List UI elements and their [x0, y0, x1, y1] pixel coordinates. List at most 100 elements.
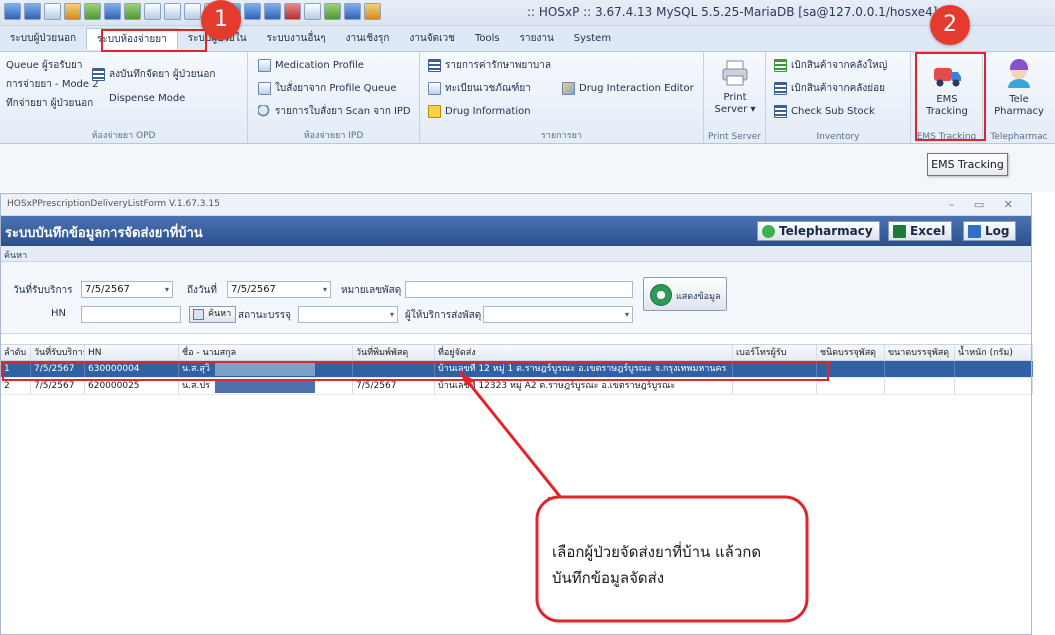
ems-line2: Tracking [926, 106, 968, 117]
hn-field[interactable] [81, 306, 181, 323]
date-to-field[interactable]: 7/5/2567 ▾ [227, 281, 331, 298]
parcel-number-field[interactable] [405, 281, 633, 298]
printer-icon [722, 60, 748, 86]
col-date[interactable]: วันที่รับบริการ [31, 345, 85, 360]
group-opd-label: ห้องจ่ายยา OPD [91, 131, 156, 141]
home-icon[interactable] [284, 3, 301, 20]
show-data-label: แสดงข้อมูล [676, 292, 721, 302]
medication-profile-item[interactable]: Medication Profile [258, 56, 364, 74]
tele-pharmacy-button[interactable]: Tele Pharmacy [983, 58, 1055, 118]
tab-tools[interactable]: Tools [465, 28, 510, 50]
form-header: ระบบบันทึกข้อมูลการจัดส่งยาที่บ้าน Telep… [1, 216, 1031, 246]
list-icon [774, 81, 787, 95]
print-server-line2: Server ▾ [714, 104, 756, 115]
col-name[interactable]: ชื่อ - นามสกุล [179, 345, 353, 360]
queue-waiting-item[interactable]: Queue ผู้รอรับยา [6, 56, 82, 74]
truck-icon [934, 68, 961, 87]
print-server-line1: Print [723, 92, 747, 103]
list-icon [428, 58, 441, 72]
table-edit-icon[interactable] [324, 3, 341, 20]
record-prepare-item[interactable]: ลงบันทึกจัดยา ผู้ป่วยนอก [92, 65, 215, 83]
drug-information-item[interactable]: Drug Information [428, 102, 531, 120]
col-hn[interactable]: HN [85, 345, 179, 360]
check-sub-stock-item[interactable]: Check Sub Stock [774, 102, 875, 120]
col-pack-type[interactable]: ชนิดบรรจุพัสดุ [817, 345, 885, 360]
record-prepare-label: ลงบันทึกจัดยา ผู้ป่วยนอก [109, 68, 216, 80]
pack-status-select[interactable]: ▾ [298, 306, 398, 323]
table-row[interactable]: 1 7/5/2567 630000004 น.ส.สุวิ บ้านเลขที่… [1, 361, 1033, 378]
print-server-button[interactable]: Print Server ▾ [704, 58, 766, 116]
dispense-mode-item[interactable]: Dispense Mode [109, 89, 185, 107]
report-icon[interactable] [124, 3, 141, 20]
chart-line-icon[interactable] [304, 3, 321, 20]
treatment-cost-item[interactable]: รายการค่ารักษาพยาบาล [428, 56, 551, 74]
tab-records[interactable]: งานจัดเวช [399, 28, 465, 50]
group-print: Print Server ▾ Print Server [704, 52, 766, 144]
list-icon [774, 104, 787, 118]
tab-pharmacy[interactable]: ระบบห้องจ่ายยา [86, 27, 178, 50]
window-titlebar: HOSxPPrescriptionDeliveryListForm V.1.67… [1, 194, 1031, 216]
log-button[interactable]: Log [963, 221, 1017, 241]
app-icon[interactable] [24, 3, 41, 20]
tab-opd[interactable]: ระบบผู้ป่วยนอก [0, 28, 86, 50]
search-button[interactable]: ค้นหา [189, 306, 237, 323]
cell-seq: 1 [1, 361, 31, 377]
dropdown-icon: ▾ [322, 285, 327, 294]
parcel-number-label: หมายเลขพัสดุ [341, 285, 402, 296]
ems-tracking-tooltip: EMS Tracking [927, 153, 1008, 176]
col-phone[interactable]: เบอร์โทรผู้รับ [733, 345, 817, 360]
group-opd: Queue ผู้รอรับยา การจ่ายยา - Mode 2 ทึกจ… [0, 52, 248, 144]
col-address[interactable]: ที่อยู่จัดส่ง [435, 345, 733, 360]
table-icon[interactable] [164, 3, 181, 20]
tab-proactive[interactable]: งานเชิงรุก [336, 28, 400, 50]
col-print-date[interactable]: วันที่พิมพ์พัสดุ [353, 345, 435, 360]
user-icon[interactable] [364, 3, 381, 20]
excel-button[interactable]: Excel [888, 221, 953, 241]
tools-icon[interactable] [64, 3, 81, 20]
dropdown-icon: ▾ [389, 310, 394, 319]
pack-status-label: สถานะบรรจุ [238, 310, 291, 321]
requisition-main-item[interactable]: เบิกสินค้าจากคลังใหญ่ [774, 56, 887, 74]
drug-interaction-item[interactable]: Drug Interaction Editor [562, 79, 694, 97]
form-icon[interactable] [104, 3, 121, 20]
chart-icon[interactable] [84, 3, 101, 20]
grid-icon[interactable] [144, 3, 161, 20]
col-pack-size[interactable]: ขนาดบรรจุพัสดุ [885, 345, 955, 360]
tab-other[interactable]: ระบบงานอื่นๆ [257, 28, 336, 50]
scan-ipd-item[interactable]: รายการใบสั่งยา Scan จาก IPD [258, 102, 411, 120]
dispense-mode2-item[interactable]: การจ่ายยา - Mode 2 [6, 75, 99, 93]
tab-system[interactable]: System [564, 28, 621, 50]
tele-line2: Pharmacy [994, 106, 1044, 117]
delivery-grid: ลำดับ วันที่รับบริการ HN ชื่อ - นามสกุล … [1, 344, 1033, 395]
show-data-button[interactable]: แสดงข้อมูล [643, 277, 727, 311]
provider-select[interactable]: ▾ [483, 306, 633, 323]
search-button-label: ค้นหา [208, 309, 232, 319]
profile-queue-item[interactable]: ใบสั่งยาจาก Profile Queue [258, 79, 397, 97]
globe-icon[interactable] [264, 3, 281, 20]
provider-label: ผู้ให้บริการส่งพัสดุ [405, 310, 482, 321]
print-icon[interactable] [184, 3, 201, 20]
save-icon[interactable] [4, 3, 21, 20]
dropdown-icon: ▾ [624, 310, 629, 319]
ems-line1: EMS [936, 94, 958, 105]
requisition-main-label: เบิกสินค้าจากคลังใหญ่ [791, 59, 888, 71]
tab-reports[interactable]: รายงาน [510, 28, 564, 50]
group-ems-label: EMS Tracking [916, 132, 977, 142]
monitor-icon[interactable] [244, 3, 261, 20]
drug-registry-item[interactable]: ทะเบียนเวชภัณฑ์ยา [428, 79, 531, 97]
record-opd-item[interactable]: ทึกจ่ายยา ผู้ป่วยนอก [6, 94, 93, 112]
document-icon[interactable] [44, 3, 61, 20]
date-from-field[interactable]: 7/5/2567 ▾ [81, 281, 173, 298]
window-icon[interactable] [344, 3, 361, 20]
ems-tracking-button[interactable]: EMS Tracking [911, 62, 983, 118]
app-title: :: HOSxP :: 3.67.4.13 MySQL 5.5.25-Maria… [527, 5, 938, 19]
col-weight[interactable]: น้ำหนัก (กรัม) [955, 345, 1033, 360]
requisition-sub-item[interactable]: เบิกสินค้าจากคลังย่อย [774, 79, 885, 97]
window-controls[interactable]: – ▭ ✕ [949, 198, 1021, 211]
col-seq[interactable]: ลำดับ [1, 345, 31, 360]
screen: :: HOSxP :: 3.67.4.13 MySQL 5.5.25-Maria… [0, 0, 1055, 635]
cell-date: 7/5/2567 [31, 378, 85, 394]
check-sub-stock-label: Check Sub Stock [791, 105, 875, 117]
telepharmacy-button[interactable]: Telepharmacy [757, 221, 880, 241]
table-row[interactable]: 2 7/5/2567 620000025 น.ส.ปร 7/5/2567 บ้า… [1, 378, 1033, 395]
